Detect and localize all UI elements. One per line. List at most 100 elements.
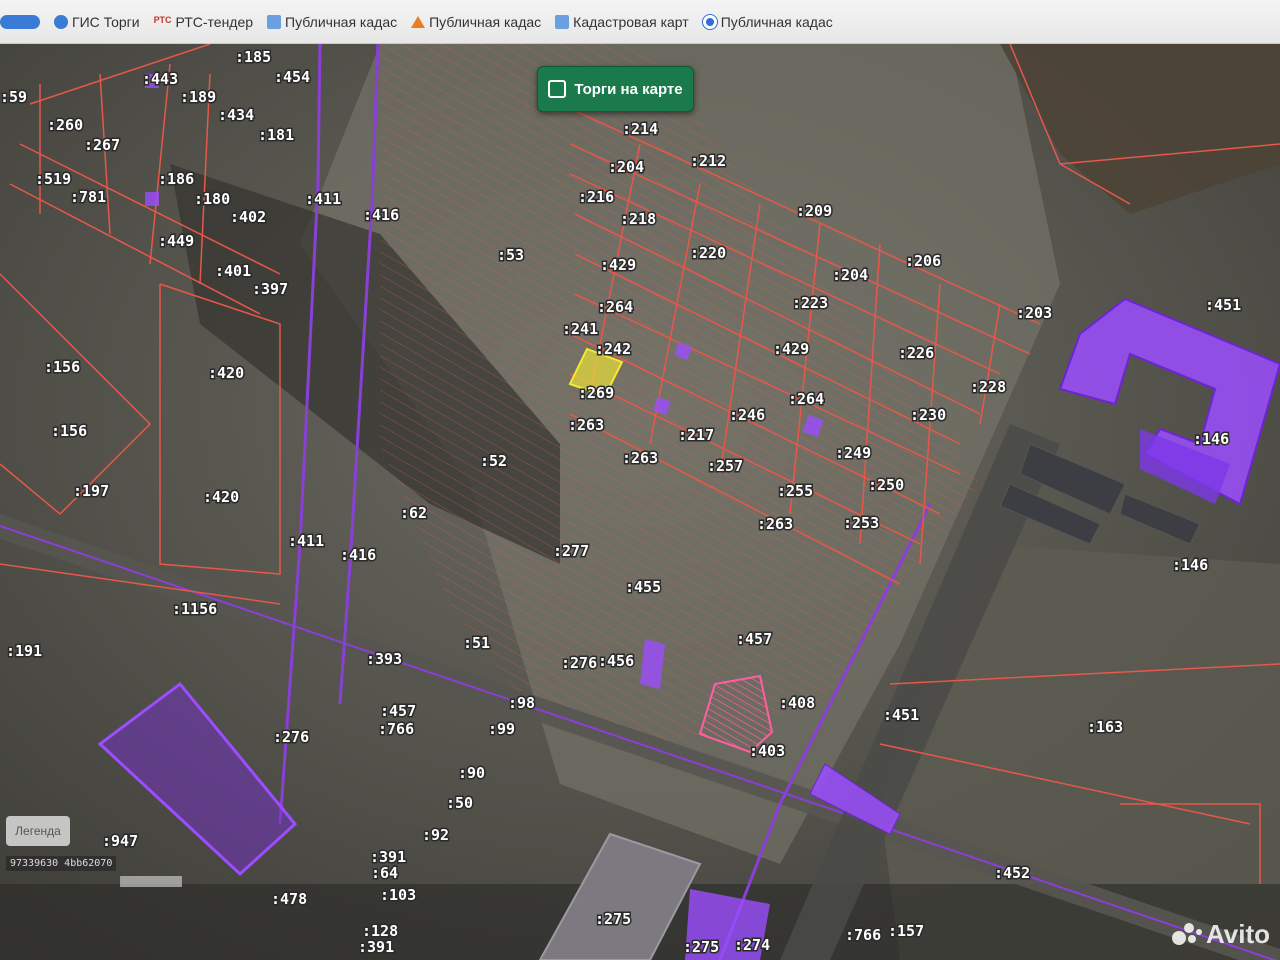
parcel-label[interactable]: :181 xyxy=(257,125,296,146)
parcel-label[interactable]: :276 xyxy=(272,727,311,748)
parcel-label[interactable]: :185 xyxy=(234,47,273,68)
parcel-label[interactable]: :408 xyxy=(778,693,817,714)
parcel-label[interactable]: :92 xyxy=(421,825,451,846)
parcel-label[interactable]: :99 xyxy=(487,719,517,740)
parcel-label[interactable]: :204 xyxy=(831,265,870,286)
parcel-label[interactable]: :420 xyxy=(202,487,241,508)
parcel-label[interactable]: :264 xyxy=(787,389,826,410)
parcel-label[interactable]: :429 xyxy=(599,255,638,276)
parcel-label[interactable]: :191 xyxy=(5,641,44,662)
parcel-label[interactable]: :212 xyxy=(689,151,728,172)
checkbox-icon[interactable] xyxy=(548,80,567,98)
parcel-label[interactable]: :264 xyxy=(596,297,635,318)
parcel-label[interactable]: :766 xyxy=(844,925,883,946)
parcel-label[interactable]: :519 xyxy=(34,169,73,190)
parcel-label[interactable]: :249 xyxy=(834,443,873,464)
parcel-label[interactable]: :230 xyxy=(909,405,948,426)
parcel-label[interactable]: :220 xyxy=(689,243,728,264)
parcel-label[interactable]: :214 xyxy=(621,119,660,140)
parcel-label[interactable]: :90 xyxy=(457,763,487,784)
parcel-label[interactable]: :454 xyxy=(273,67,312,88)
torgi-map-toggle[interactable]: Торги на карте xyxy=(537,66,694,112)
parcel-label[interactable]: :246 xyxy=(728,405,767,426)
parcel-label[interactable]: :62 xyxy=(399,503,429,524)
parcel-label[interactable]: :260 xyxy=(46,115,85,136)
parcel-label[interactable]: :1156 xyxy=(171,599,219,620)
parcel-label[interactable]: :226 xyxy=(897,343,936,364)
map-canvas[interactable]: :185:454 :443:189:434:181 :260:267 :519 :186… xyxy=(0,44,1280,960)
parcel-label[interactable]: :146 xyxy=(1171,555,1210,576)
parcel-label[interactable]: :451 xyxy=(1204,295,1243,316)
parcel-label[interactable]: :156 xyxy=(50,421,89,442)
parcel-label[interactable]: :449 xyxy=(157,231,196,252)
parcel-label[interactable]: :263 xyxy=(756,514,795,535)
parcel-label[interactable]: :275 xyxy=(594,909,633,930)
parcel-label[interactable]: :277 xyxy=(552,541,591,562)
parcel-label[interactable]: :98 xyxy=(507,693,537,714)
parcel-label[interactable]: :393 xyxy=(365,649,404,670)
parcel-label[interactable]: :217 xyxy=(677,425,716,446)
parcel-label[interactable]: :416 xyxy=(362,205,401,226)
parcel-label[interactable]: :269 xyxy=(577,383,616,404)
parcel-label[interactable]: :257 xyxy=(706,456,745,477)
parcel-label[interactable]: :263 xyxy=(621,448,660,469)
parcel-label[interactable]: :250 xyxy=(867,475,906,496)
parcel-label[interactable]: :263 xyxy=(567,415,606,436)
parcel-label[interactable]: :947 xyxy=(101,831,140,852)
parcel-label[interactable]: :478 xyxy=(270,889,309,910)
parcel-label[interactable]: :64 xyxy=(370,863,400,884)
parcel-label[interactable]: :50 xyxy=(445,793,475,814)
parcel-label[interactable]: :255 xyxy=(776,481,815,502)
parcel-label[interactable]: :103 xyxy=(379,885,418,906)
parcel-label[interactable]: :402 xyxy=(229,207,268,228)
parcel-label[interactable]: :267 xyxy=(83,135,122,156)
parcel-label[interactable]: :242 xyxy=(594,339,633,360)
bookmark-item[interactable]: Кадастровая карт xyxy=(555,14,689,30)
parcel-label[interactable]: :52 xyxy=(479,451,509,472)
parcel-label[interactable]: :411 xyxy=(304,189,343,210)
parcel-label[interactable]: :276 xyxy=(560,653,599,674)
parcel-label[interactable]: :443 xyxy=(141,69,180,90)
parcel-label[interactable]: :186 xyxy=(157,169,196,190)
parcel-label[interactable]: :274 xyxy=(733,935,772,956)
parcel-label[interactable]: :197 xyxy=(72,481,111,502)
parcel-label[interactable]: :456 xyxy=(597,651,636,672)
parcel-label[interactable]: :53 xyxy=(496,245,526,266)
parcel-label[interactable]: :401 xyxy=(214,261,253,282)
parcel-label[interactable]: :204 xyxy=(607,157,646,178)
parcel-label[interactable]: :429 xyxy=(772,339,811,360)
parcel-label[interactable]: :457 xyxy=(379,701,418,722)
parcel-label[interactable]: :411 xyxy=(287,531,326,552)
parcel-label[interactable]: :189 xyxy=(179,87,218,108)
parcel-label[interactable]: :218 xyxy=(619,209,658,230)
parcel-label[interactable]: :180 xyxy=(193,189,232,210)
bookmark-item[interactable]: Публичная кадас xyxy=(702,14,833,30)
parcel-label[interactable]: :452 xyxy=(993,863,1032,884)
parcel-label[interactable]: :156 xyxy=(43,357,82,378)
bookmark-item[interactable]: РТС РТС-тендер xyxy=(154,14,253,30)
parcel-label[interactable]: :51 xyxy=(462,633,492,654)
parcel-label[interactable]: :420 xyxy=(207,363,246,384)
parcel-label[interactable]: :59 xyxy=(0,87,29,108)
parcel-label[interactable]: :434 xyxy=(217,105,256,126)
parcel-label[interactable]: :206 xyxy=(904,251,943,272)
bookmark-item[interactable]: Публичная кадас xyxy=(267,14,397,30)
bookmark-item[interactable]: ГИС Торги xyxy=(54,14,140,30)
parcel-label[interactable]: :457 xyxy=(735,629,774,650)
parcel-label[interactable]: :216 xyxy=(577,187,616,208)
parcel-label[interactable]: :146 xyxy=(1192,429,1231,450)
parcel-label[interactable]: :203 xyxy=(1015,303,1054,324)
parcel-label[interactable]: :163 xyxy=(1086,717,1125,738)
parcel-label[interactable]: :781 xyxy=(69,187,108,208)
parcel-label[interactable]: :391 xyxy=(357,937,396,958)
parcel-label[interactable]: :253 xyxy=(842,513,881,534)
parcel-label[interactable]: :275 xyxy=(682,937,721,958)
parcel-label[interactable]: :157 xyxy=(887,921,926,942)
parcel-label[interactable]: :397 xyxy=(251,279,290,300)
parcel-label[interactable]: :455 xyxy=(624,577,663,598)
legend-button[interactable]: Легенда xyxy=(6,816,70,846)
bookmark-item[interactable]: Публичная кадас xyxy=(411,14,541,30)
parcel-label[interactable]: :416 xyxy=(339,545,378,566)
parcel-label[interactable]: :209 xyxy=(795,201,834,222)
parcel-label[interactable]: :451 xyxy=(882,705,921,726)
